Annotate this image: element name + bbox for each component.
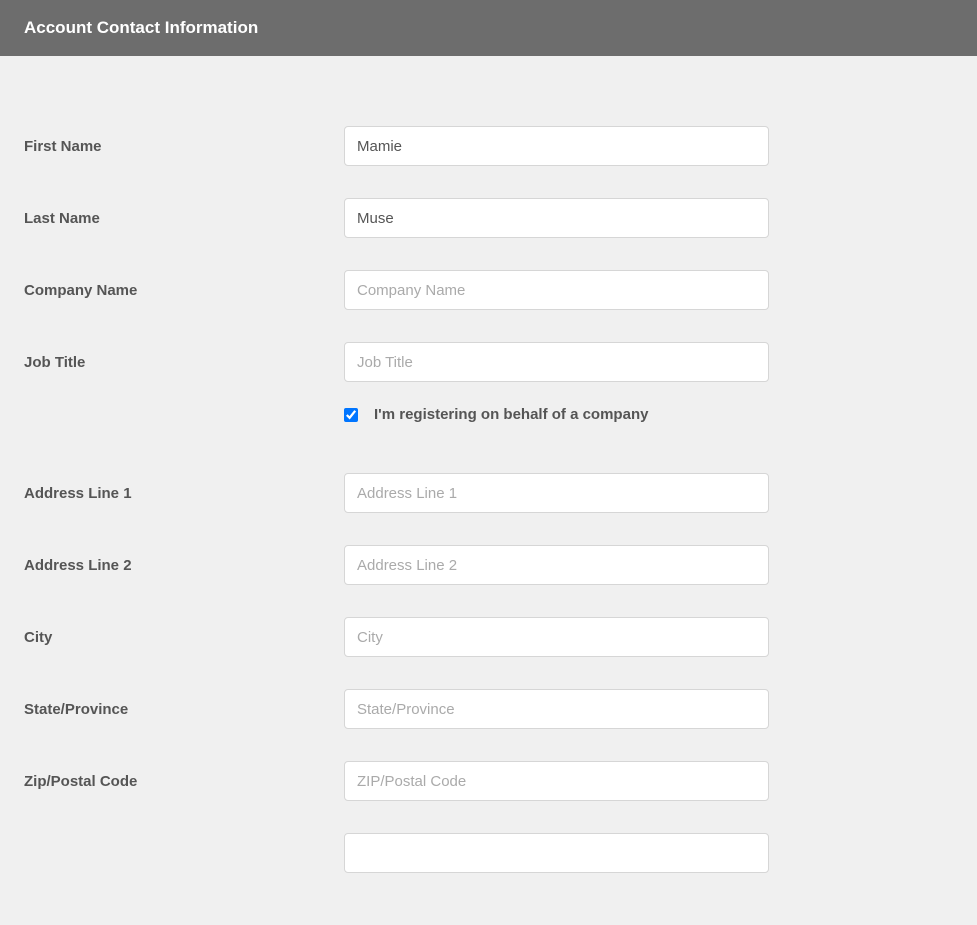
city-control — [344, 617, 769, 657]
address-line-2-label: Address Line 2 — [24, 557, 344, 574]
zip-postal-label: Zip/Postal Code — [24, 773, 344, 790]
address-line-2-input[interactable] — [344, 545, 769, 585]
company-name-label: Company Name — [24, 282, 344, 299]
address-line-1-label: Address Line 1 — [24, 485, 344, 502]
zip-postal-input[interactable] — [344, 761, 769, 801]
job-title-control — [344, 342, 769, 382]
address-line-1-row: Address Line 1 — [24, 473, 953, 513]
company-name-control — [344, 270, 769, 310]
next-field-row — [24, 833, 953, 873]
company-name-input[interactable] — [344, 270, 769, 310]
company-checkbox[interactable] — [344, 408, 358, 422]
first-name-row: First Name — [24, 126, 953, 166]
account-contact-page: Account Contact Information First Name L… — [0, 0, 977, 839]
zip-postal-control — [344, 761, 769, 801]
first-name-label: First Name — [24, 138, 344, 155]
address-line-2-control — [344, 545, 769, 585]
last-name-input[interactable] — [344, 198, 769, 238]
zip-postal-row: Zip/Postal Code — [24, 761, 953, 801]
state-province-input[interactable] — [344, 689, 769, 729]
form-area: First Name Last Name Company Name Job Ti… — [0, 56, 977, 925]
address-line-2-row: Address Line 2 — [24, 545, 953, 585]
next-field-control — [344, 833, 769, 873]
address-line-1-input[interactable] — [344, 473, 769, 513]
job-title-row: Job Title — [24, 342, 953, 382]
city-input[interactable] — [344, 617, 769, 657]
state-province-row: State/Province — [24, 689, 953, 729]
city-row: City — [24, 617, 953, 657]
company-name-row: Company Name — [24, 270, 953, 310]
next-field-input[interactable] — [344, 833, 769, 873]
company-checkbox-label: I'm registering on behalf of a company — [374, 406, 648, 423]
company-checkbox-wrap[interactable]: I'm registering on behalf of a company — [344, 406, 648, 423]
last-name-row: Last Name — [24, 198, 953, 238]
company-checkbox-row: I'm registering on behalf of a company — [24, 406, 953, 423]
address-line-1-control — [344, 473, 769, 513]
job-title-label: Job Title — [24, 354, 344, 371]
first-name-control — [344, 126, 769, 166]
city-label: City — [24, 629, 344, 646]
section-header: Account Contact Information — [0, 0, 977, 56]
section-title: Account Contact Information — [24, 18, 258, 37]
state-province-control — [344, 689, 769, 729]
job-title-input[interactable] — [344, 342, 769, 382]
first-name-input[interactable] — [344, 126, 769, 166]
last-name-control — [344, 198, 769, 238]
state-province-label: State/Province — [24, 701, 344, 718]
last-name-label: Last Name — [24, 210, 344, 227]
